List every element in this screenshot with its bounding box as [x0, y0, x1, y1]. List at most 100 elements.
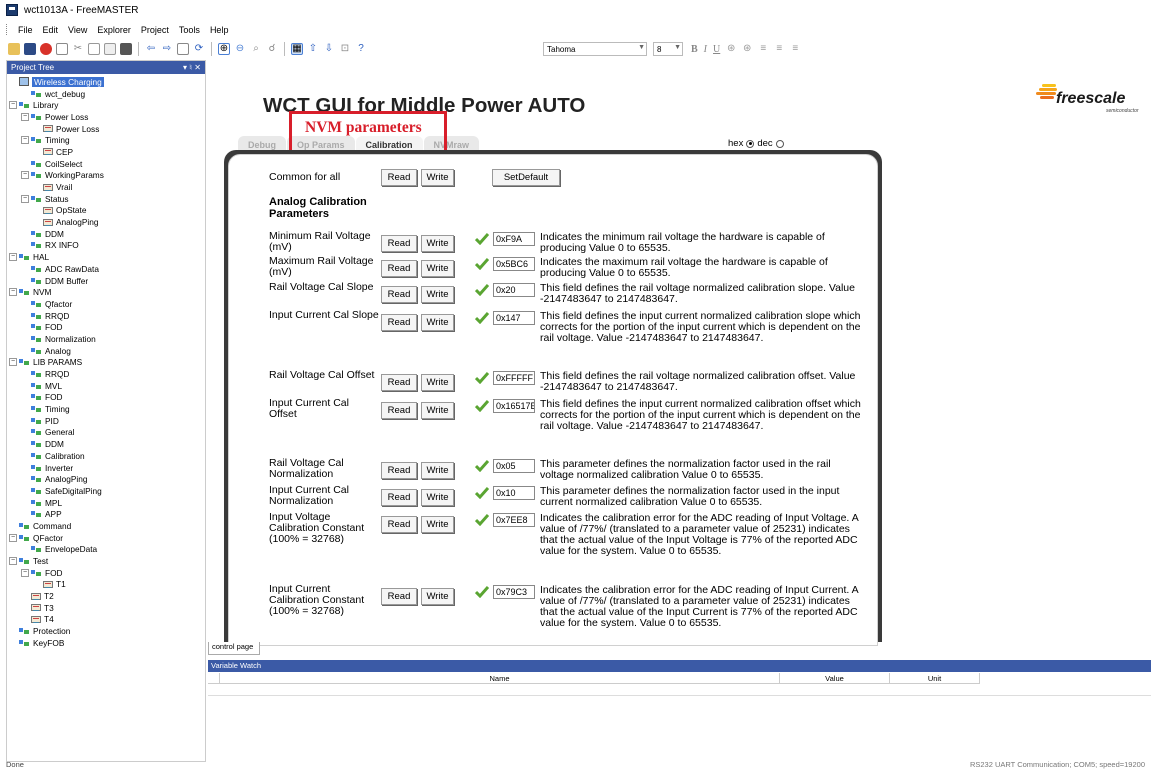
- tree-item[interactable]: APP: [7, 508, 205, 520]
- collapse-toggle-icon[interactable]: −: [9, 288, 17, 297]
- tree-item[interactable]: T3: [7, 602, 205, 614]
- tree-item[interactable]: − Library: [7, 99, 205, 111]
- up-arrow-icon[interactable]: ⇧: [307, 43, 319, 55]
- tree-item[interactable]: Command: [7, 520, 205, 532]
- tree-item[interactable]: ADC RawData: [7, 263, 205, 275]
- set-default-button[interactable]: SetDefault: [492, 169, 560, 186]
- panel-controls-icon[interactable]: ▾ ♮ ✕: [183, 63, 201, 72]
- tree-item[interactable]: Power Loss: [7, 123, 205, 135]
- menu-file[interactable]: File: [13, 25, 38, 35]
- collapse-toggle-icon[interactable]: −: [21, 136, 29, 145]
- align-left-icon[interactable]: ≡: [757, 43, 769, 55]
- tree-item[interactable]: AnalogPing: [7, 216, 205, 228]
- text-color-icon[interactable]: ⊛: [725, 43, 737, 55]
- find-icon[interactable]: ⌕: [250, 43, 262, 55]
- menu-explorer[interactable]: Explorer: [92, 25, 136, 35]
- collapse-toggle-icon[interactable]: −: [9, 253, 17, 262]
- tree-item[interactable]: DDM Buffer: [7, 275, 205, 287]
- param-write-button[interactable]: Write: [421, 588, 454, 605]
- param-write-button[interactable]: Write: [421, 516, 454, 533]
- tab-debug[interactable]: Debug: [238, 136, 286, 154]
- menu-edit[interactable]: Edit: [38, 25, 64, 35]
- tree-item[interactable]: AnalogPing: [7, 473, 205, 485]
- tree-item[interactable]: General: [7, 427, 205, 439]
- param-write-button[interactable]: Write: [421, 235, 454, 252]
- refresh-icon[interactable]: ⟳: [193, 43, 205, 55]
- zoom-out-icon[interactable]: ⊖: [234, 43, 246, 55]
- tree-item[interactable]: OpState: [7, 205, 205, 217]
- tab-control-page[interactable]: control page: [208, 642, 260, 655]
- param-value-field[interactable]: 0x20: [493, 283, 535, 297]
- param-write-button[interactable]: Write: [421, 462, 454, 479]
- tree-item[interactable]: wct_debug: [7, 88, 205, 100]
- tree-item[interactable]: CoilSelect: [7, 158, 205, 170]
- menu-project[interactable]: Project: [136, 25, 174, 35]
- grid-view-icon[interactable]: ▦: [291, 43, 303, 55]
- tree-item[interactable]: − LIB PARAMS: [7, 357, 205, 369]
- paste-icon[interactable]: [104, 43, 116, 55]
- watch-col-name[interactable]: Name: [220, 673, 780, 684]
- menu-help[interactable]: Help: [205, 25, 234, 35]
- tree-item[interactable]: − WorkingParams: [7, 170, 205, 182]
- param-read-button[interactable]: Read: [381, 260, 417, 277]
- tree-item[interactable]: MVL: [7, 380, 205, 392]
- forward-arrow-icon[interactable]: ⇨: [161, 43, 173, 55]
- underline-button[interactable]: U: [713, 44, 720, 55]
- down-arrow-icon[interactable]: ⇩: [323, 43, 335, 55]
- collapse-toggle-icon[interactable]: −: [9, 557, 17, 566]
- param-value-field[interactable]: 0x10: [493, 486, 535, 500]
- help-icon[interactable]: ?: [355, 43, 367, 55]
- menu-view[interactable]: View: [63, 25, 92, 35]
- param-read-button[interactable]: Read: [381, 516, 417, 533]
- param-read-button[interactable]: Read: [381, 286, 417, 303]
- param-read-button[interactable]: Read: [381, 314, 417, 331]
- background-color-icon[interactable]: ⊛: [741, 43, 753, 55]
- watch-col-value[interactable]: Value: [780, 673, 890, 684]
- back-arrow-icon[interactable]: ⇦: [145, 43, 157, 55]
- dec-radio[interactable]: [775, 139, 784, 148]
- tree-item[interactable]: − Test: [7, 555, 205, 567]
- param-value-field[interactable]: 0x79C3: [493, 585, 535, 599]
- collapse-toggle-icon[interactable]: −: [9, 101, 17, 110]
- tree-item[interactable]: − FOD: [7, 567, 205, 579]
- tree-item[interactable]: MPL: [7, 497, 205, 509]
- tree-item[interactable]: PID: [7, 415, 205, 427]
- tree-item[interactable]: Inverter: [7, 462, 205, 474]
- tree-item[interactable]: T2: [7, 590, 205, 602]
- tree-item[interactable]: EnvelopeData: [7, 544, 205, 556]
- param-write-button[interactable]: Write: [421, 374, 454, 391]
- tree-item[interactable]: T4: [7, 614, 205, 626]
- param-write-button[interactable]: Write: [421, 402, 454, 419]
- tree-item[interactable]: DDM: [7, 438, 205, 450]
- menu-tools[interactable]: Tools: [174, 25, 205, 35]
- tree-item[interactable]: T1: [7, 579, 205, 591]
- tree-item[interactable]: KeyFOB: [7, 637, 205, 649]
- cut-icon[interactable]: ✂: [72, 43, 84, 55]
- collapse-toggle-icon[interactable]: −: [21, 112, 29, 121]
- zoom-in-icon[interactable]: ⊕: [218, 43, 230, 55]
- param-write-button[interactable]: Write: [421, 314, 454, 331]
- italic-button[interactable]: I: [704, 44, 707, 55]
- stop-communication-icon[interactable]: [40, 43, 52, 55]
- bold-button[interactable]: B: [691, 44, 698, 55]
- collapse-toggle-icon[interactable]: −: [21, 194, 29, 203]
- font-name-combo[interactable]: Tahoma ▼: [543, 42, 647, 56]
- tree-item[interactable]: Vrail: [7, 181, 205, 193]
- tree-item[interactable]: Normalization: [7, 333, 205, 345]
- param-read-button[interactable]: Read: [381, 402, 417, 419]
- watch-col-unit[interactable]: Unit: [890, 673, 980, 684]
- param-read-button[interactable]: Read: [381, 462, 417, 479]
- param-read-button[interactable]: Read: [381, 489, 417, 506]
- tree-item[interactable]: FOD: [7, 392, 205, 404]
- tree-item[interactable]: RRQD: [7, 368, 205, 380]
- tree-item[interactable]: − QFactor: [7, 532, 205, 544]
- options-icon[interactable]: ⊡: [339, 43, 351, 55]
- tree-item[interactable]: Analog: [7, 345, 205, 357]
- tree-item[interactable]: − Status: [7, 193, 205, 205]
- print-icon[interactable]: [120, 43, 132, 55]
- tree-item[interactable]: SafeDigitalPing: [7, 485, 205, 497]
- tree-item[interactable]: RRQD: [7, 310, 205, 322]
- tree-item[interactable]: Protection: [7, 625, 205, 637]
- align-right-icon[interactable]: ≡: [789, 43, 801, 55]
- watch-icon[interactable]: ☌: [266, 43, 278, 55]
